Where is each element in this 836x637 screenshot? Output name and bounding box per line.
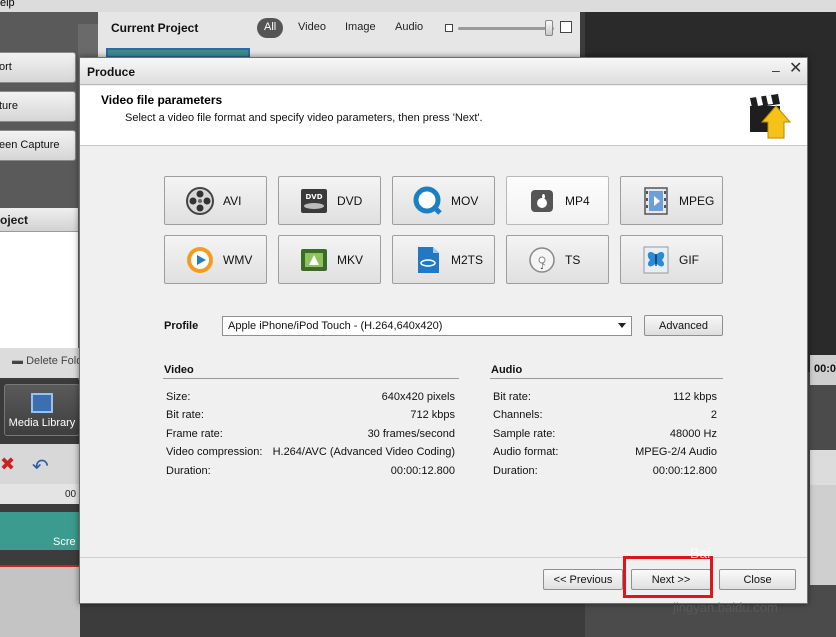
audio-duration-value: 00:00:12.800	[652, 465, 717, 477]
side-button-screen-capture[interactable]: een Capture	[0, 130, 76, 161]
format-button-mkv[interactable]: MKV	[278, 235, 381, 284]
advanced-button[interactable]: Advanced	[644, 315, 723, 336]
audio-channels-label: Channels:	[493, 409, 543, 421]
video-framerate-value: 30 frames/second	[367, 428, 455, 440]
timeline-right-strip	[810, 485, 836, 585]
chevron-down-icon[interactable]	[618, 323, 626, 328]
zoom-slider-knob[interactable]	[545, 20, 553, 36]
video-duration-label: Duration:	[166, 465, 211, 477]
format-button-mpeg[interactable]: MPEG	[620, 176, 723, 225]
video-bitrate-label: Bit rate:	[166, 409, 204, 421]
header-subtitle: Select a video file format and specify v…	[125, 112, 483, 124]
format-button-dvd[interactable]: DVD DVD	[278, 176, 381, 225]
format-button-mov[interactable]: MOV	[392, 176, 495, 225]
timeline-ruler: 00	[0, 484, 80, 504]
filter-tab-audio[interactable]: Audio	[388, 18, 430, 38]
timeline-lower-track	[0, 567, 80, 637]
quicktime-icon	[413, 186, 442, 215]
delete-folder-button[interactable]: ▬ Delete Fold	[12, 355, 82, 367]
film-reel-icon	[186, 187, 214, 215]
profile-select[interactable]: Apple iPhone/iPod Touch - (H.264,640x420…	[222, 316, 632, 336]
audio-samplerate-value: 48000 Hz	[669, 428, 717, 440]
audio-duration-label: Duration:	[493, 465, 538, 477]
audio-samplerate-label: Sample rate:	[493, 428, 556, 440]
baidu-watermark-url: jingyan.baidu.com	[673, 600, 778, 615]
svg-text:♪: ♪	[540, 262, 545, 271]
undo-icon[interactable]: ↶	[32, 454, 49, 479]
zoom-in-icon[interactable]	[560, 21, 572, 33]
filter-tab-image[interactable]: Image	[338, 18, 383, 38]
preview-time-readout: 00:0	[810, 355, 836, 385]
filter-tab-video[interactable]: Video	[291, 18, 333, 38]
disc-music-icon: ♪	[529, 247, 555, 273]
format-button-gif[interactable]: GIF	[620, 235, 723, 284]
left-panel-header: oject	[0, 208, 78, 232]
video-bitrate-value: 712 kbps	[410, 409, 455, 421]
zoom-out-icon[interactable]	[445, 24, 453, 32]
audio-bitrate-value: 112 kbps	[673, 391, 717, 403]
clapperboard-export-icon	[750, 94, 792, 139]
app-menubar: elp	[0, 0, 836, 12]
audio-section-divider	[490, 378, 723, 379]
timeline-toolbar: ✖ ↶	[0, 444, 80, 484]
zoom-slider[interactable]	[458, 27, 554, 30]
header-title: Video file parameters	[101, 93, 223, 107]
library-toolbar: ▬ Delete Fold	[0, 348, 82, 378]
produce-dialog: Produce – ✕ Video file parameters Select…	[79, 57, 808, 604]
dialog-titlebar: Produce – ✕	[80, 58, 807, 85]
butterfly-icon	[643, 246, 669, 274]
media-library-button[interactable]: Media Library	[4, 384, 80, 436]
preview-control-strip	[810, 450, 836, 485]
video-section-divider	[163, 378, 459, 379]
format-button-wmv[interactable]: WMV	[164, 235, 267, 284]
project-title: Current Project	[111, 21, 199, 35]
video-size-label: Size:	[166, 391, 191, 403]
media-library-area: Media Library	[0, 380, 80, 440]
menu-help-fragment[interactable]: elp	[0, 0, 15, 9]
close-button[interactable]: Close	[719, 569, 796, 590]
minimize-icon[interactable]: –	[772, 63, 784, 77]
profile-label: Profile	[164, 320, 199, 332]
format-button-mp4[interactable]: MP4	[506, 176, 609, 225]
profile-value: Apple iPhone/iPod Touch - (H.264,640x420…	[228, 320, 443, 332]
audio-format-label: Audio format:	[493, 446, 559, 458]
video-size-value: 640x420 pixels	[381, 391, 455, 403]
video-duration-value: 00:00:12.800	[390, 465, 455, 477]
current-project-panel: Current Project All Video Image Audio	[98, 12, 580, 58]
baidu-watermark-logo: Bai	[690, 545, 711, 561]
audio-channels-value: 2	[710, 409, 717, 421]
bluray-file-icon	[418, 247, 439, 273]
audio-bitrate-label: Bit rate:	[493, 391, 531, 403]
video-compression-value: H.264/AVC (Advanced Video Coding)	[272, 446, 455, 458]
audio-format-value: MPEG-2/4 Audio	[635, 446, 717, 458]
close-icon[interactable]: ✕	[789, 61, 803, 77]
video-compression-label: Video compression:	[166, 446, 263, 458]
left-project-list	[0, 232, 78, 357]
timeline-clip[interactable]: Scre	[0, 512, 80, 550]
film-icon	[31, 393, 53, 413]
svg-text:DVD: DVD	[305, 193, 322, 201]
format-button-ts[interactable]: ♪ TS	[506, 235, 609, 284]
film-strip-icon	[644, 187, 668, 215]
windows-media-icon	[187, 247, 213, 273]
audio-section-heading: Audio	[491, 364, 523, 376]
video-framerate-label: Frame rate:	[166, 428, 223, 440]
apple-icon	[531, 190, 553, 212]
video-section-heading: Video	[164, 364, 194, 376]
dialog-body: AVI DVD DVD MOV MP4 MPEG WMV MKV M2TS ♪ …	[80, 147, 807, 557]
filter-tab-all[interactable]: All	[257, 18, 284, 38]
format-button-m2ts[interactable]: M2TS	[392, 235, 495, 284]
matroska-icon	[301, 249, 327, 271]
previous-button[interactable]: << Previous	[543, 569, 623, 590]
annotation-highlight-box	[623, 556, 713, 598]
side-button-import[interactable]: ort	[0, 52, 76, 83]
dialog-title: Produce	[87, 65, 136, 79]
side-button-capture[interactable]: ture	[0, 91, 76, 122]
dvd-disc-icon: DVD	[301, 189, 327, 213]
delete-icon[interactable]: ✖	[0, 454, 15, 475]
dialog-header: Video file parameters Select a video fil…	[80, 86, 807, 146]
format-button-avi[interactable]: AVI	[164, 176, 267, 225]
